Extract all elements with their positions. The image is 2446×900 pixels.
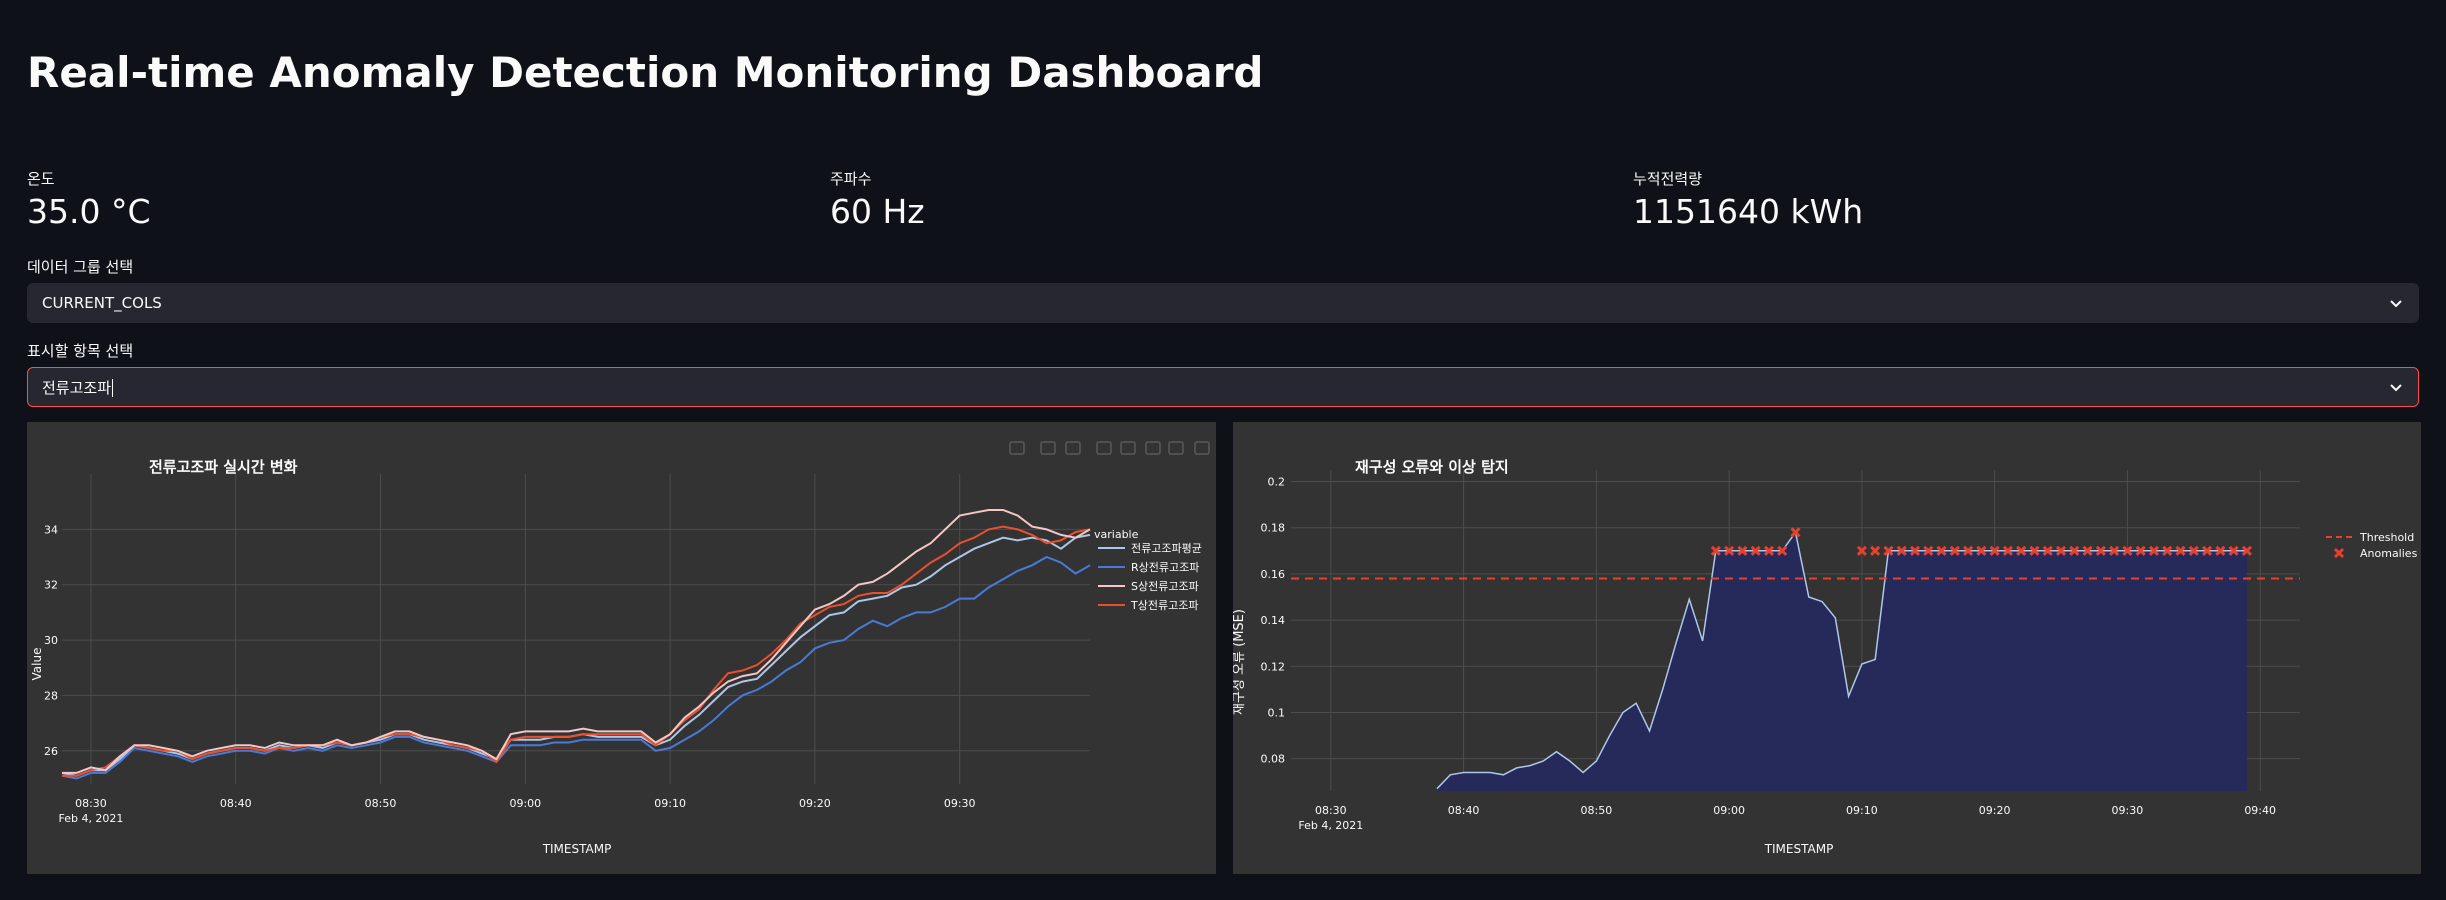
metric-label: 온도 bbox=[27, 170, 55, 188]
chevron-down-icon[interactable] bbox=[2388, 295, 2404, 311]
y-tick-label: 26 bbox=[44, 745, 58, 758]
x-tick-label: 09:40 bbox=[2244, 804, 2276, 817]
chart-toolbar[interactable] bbox=[1009, 441, 1210, 455]
fullscreen-icon[interactable] bbox=[1194, 441, 1210, 455]
metric-label: 주파수 bbox=[830, 170, 872, 188]
harmonics-chart-panel[interactable]: 전류고조파 실시간 변화 08:30 08:40 08:50 09:00 09:10 09… bbox=[27, 422, 1216, 874]
mse-anomaly-chart[interactable]: 재구성 오류와 이상 탐지 08:30 08:40 08:50 09:00 09:10 0… bbox=[1233, 422, 2421, 874]
harmonics-line-chart[interactable]: 전류고조파 실시간 변화 08:30 08:40 08:50 09:00 09:10 09… bbox=[27, 422, 1216, 874]
camera-icon[interactable] bbox=[1009, 441, 1025, 455]
legend-item-anomalies[interactable]: Anomalies bbox=[2360, 547, 2418, 560]
group-select-label: 데이터 그룹 선택 bbox=[27, 258, 134, 276]
x-tick-label: 09:30 bbox=[944, 797, 976, 810]
metric-value: 35.0 °C bbox=[27, 192, 151, 231]
y-tick-label: 0.16 bbox=[1261, 568, 1286, 581]
chart-legend[interactable]: 전류고조파평균 R상전류고조파 S상전류고조파 T상전류고조파 bbox=[1098, 542, 1202, 612]
x-date-label: Feb 4, 2021 bbox=[1298, 819, 1363, 832]
x-tick-label: 09:00 bbox=[509, 797, 541, 810]
x-tick-label: 08:30 bbox=[1315, 804, 1347, 817]
x-axis-label: TIMESTAMP bbox=[1764, 842, 1834, 856]
anomaly-marker bbox=[1870, 545, 1881, 556]
legend-swatch bbox=[2333, 547, 2345, 559]
group-select[interactable]: CURRENT_COLS bbox=[27, 283, 2419, 323]
y-axis-label: 재구성 오류 (MSE) bbox=[1233, 609, 1247, 715]
y-axis-label: Value bbox=[30, 648, 44, 681]
y-tick-label: 30 bbox=[44, 634, 58, 647]
y-tick-label: 0.18 bbox=[1261, 522, 1286, 535]
x-tick-label: 08:40 bbox=[220, 797, 252, 810]
mse-chart-panel[interactable]: 재구성 오류와 이상 탐지 08:30 08:40 08:50 09:00 09:10 0… bbox=[1233, 422, 2421, 874]
chart-legend[interactable]: Threshold Anomalies bbox=[2326, 531, 2418, 560]
metric-label: 누적전력량 bbox=[1633, 170, 1703, 188]
item-select-label: 표시할 항목 선택 bbox=[27, 342, 134, 360]
y-tick-label: 0.12 bbox=[1261, 660, 1286, 673]
y-tick-label: 0.2 bbox=[1268, 476, 1286, 489]
legend-item[interactable]: S상전류고조파 bbox=[1131, 580, 1199, 593]
item-select-value: 전류고조파 bbox=[42, 378, 114, 397]
y-tick-label: 0.08 bbox=[1261, 753, 1286, 766]
legend-title: variable bbox=[1094, 528, 1139, 541]
x-date-label: Feb 4, 2021 bbox=[58, 812, 123, 825]
chart-title: 전류고조파 실시간 변화 bbox=[149, 458, 298, 476]
legend-item[interactable]: T상전류고조파 bbox=[1130, 599, 1198, 612]
series-line bbox=[62, 509, 1091, 774]
x-tick-label: 08:50 bbox=[365, 797, 397, 810]
x-tick-label: 08:30 bbox=[75, 797, 107, 810]
y-tick-label: 34 bbox=[44, 523, 58, 536]
chevron-down-icon[interactable] bbox=[2388, 379, 2404, 395]
text-cursor bbox=[112, 379, 114, 397]
legend-item[interactable]: 전류고조파평균 bbox=[1131, 542, 1202, 555]
x-tick-label: 09:20 bbox=[1979, 804, 2011, 817]
item-select[interactable]: 전류고조파 bbox=[27, 367, 2419, 407]
x-tick-label: 08:50 bbox=[1581, 804, 1613, 817]
reset-axes-icon[interactable] bbox=[1168, 441, 1184, 455]
chart-series-lines bbox=[61, 509, 1091, 780]
x-tick-label: 09:00 bbox=[1713, 804, 1745, 817]
metric-value: 60 Hz bbox=[830, 192, 925, 231]
y-tick-label: 32 bbox=[44, 579, 58, 592]
zoom-icon[interactable] bbox=[1040, 441, 1056, 455]
x-tick-label: 09:10 bbox=[654, 797, 686, 810]
x-axis-label: TIMESTAMP bbox=[542, 842, 612, 856]
zoom-in-icon[interactable] bbox=[1096, 441, 1112, 455]
x-tick-label: 09:30 bbox=[2112, 804, 2144, 817]
page-title: Real-time Anomaly Detection Monitoring D… bbox=[27, 48, 1264, 97]
chart-axis-ticks: 08:30 08:40 08:50 09:00 09:10 09:20 09:30 Feb 4… bbox=[44, 523, 976, 825]
x-tick-label: 09:20 bbox=[799, 797, 831, 810]
chart-grid bbox=[62, 474, 1090, 784]
metric-cumulative-power: 누적전력량 1151640 kWh bbox=[1633, 170, 1863, 232]
legend-item[interactable]: R상전류고조파 bbox=[1131, 561, 1199, 574]
chart-title: 재구성 오류와 이상 탐지 bbox=[1355, 458, 1509, 476]
x-tick-label: 08:40 bbox=[1448, 804, 1480, 817]
y-tick-label: 0.1 bbox=[1268, 706, 1286, 719]
y-tick-label: 28 bbox=[44, 689, 58, 702]
series-line bbox=[62, 525, 1091, 777]
metric-frequency: 주파수 60 Hz bbox=[830, 170, 925, 232]
mse-area bbox=[1436, 530, 2247, 791]
pan-icon[interactable] bbox=[1065, 441, 1081, 455]
legend-item-threshold[interactable]: Threshold bbox=[2359, 531, 2414, 544]
y-tick-label: 0.14 bbox=[1261, 614, 1286, 627]
series-line bbox=[61, 533, 1091, 777]
x-tick-label: 09:10 bbox=[1846, 804, 1878, 817]
autoscale-icon[interactable] bbox=[1145, 441, 1161, 455]
series-line bbox=[61, 555, 1091, 780]
zoom-out-icon[interactable] bbox=[1120, 441, 1136, 455]
group-select-value: CURRENT_COLS bbox=[42, 294, 162, 312]
metric-value: 1151640 kWh bbox=[1633, 192, 1864, 231]
metric-temperature: 온도 35.0 °C bbox=[27, 170, 151, 232]
